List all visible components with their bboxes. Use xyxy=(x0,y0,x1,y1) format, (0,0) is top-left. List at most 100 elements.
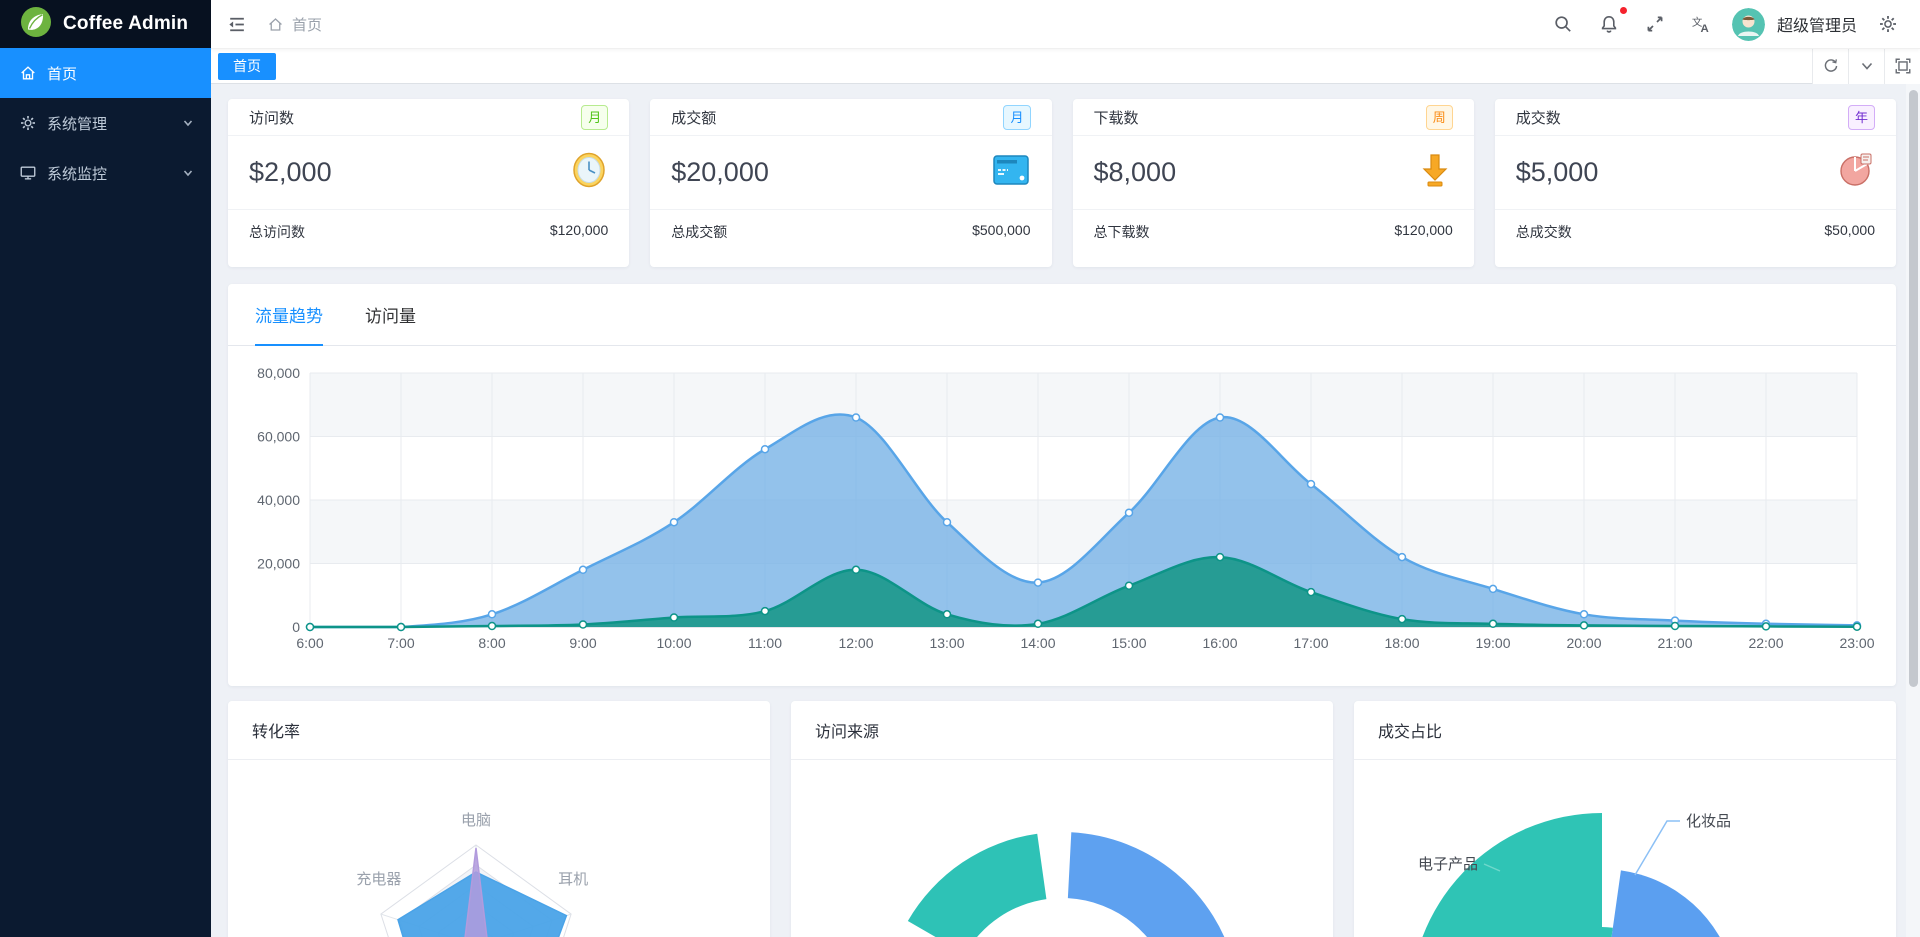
conversion-rate-card: 转化率 电脑 耳机 充电器 xyxy=(228,701,770,937)
svg-text:10:00: 10:00 xyxy=(656,635,691,651)
tab-traffic-trend[interactable]: 流量趋势 xyxy=(255,284,323,346)
svg-text:8:00: 8:00 xyxy=(478,635,505,651)
clock-icon xyxy=(570,151,608,194)
svg-text:充电器: 充电器 xyxy=(356,871,401,888)
stat-value: $8,000 xyxy=(1093,157,1177,187)
download-icon xyxy=(1417,151,1453,194)
svg-text:0: 0 xyxy=(292,619,300,635)
stat-footer-value: $120,000 xyxy=(549,222,609,238)
sidebar-item-system-management[interactable]: 系统管理 xyxy=(0,98,211,148)
visit-source-donut-chart xyxy=(907,832,1225,937)
svg-text:80,000: 80,000 xyxy=(257,365,300,381)
breadcrumb-home-icon[interactable] xyxy=(265,14,285,34)
username[interactable]: 超级管理员 xyxy=(1777,12,1857,36)
svg-text:9:00: 9:00 xyxy=(569,635,596,651)
tab-home[interactable]: 首页 xyxy=(218,52,276,80)
traffic-trend-card: 流量趋势 访问量 0 20,000 40,000 60,000 80,000 6:00 7:… xyxy=(228,284,1896,686)
svg-text:22:00: 22:00 xyxy=(1748,635,1783,651)
stat-footer-label: 总访问数 xyxy=(249,224,305,240)
chevron-down-icon[interactable] xyxy=(1848,48,1884,84)
svg-text:化妆品: 化妆品 xyxy=(1686,813,1731,830)
svg-text:23:00: 23:00 xyxy=(1839,635,1874,651)
svg-text:60,000: 60,000 xyxy=(257,429,300,445)
svg-text:6:00: 6:00 xyxy=(296,635,323,651)
search-icon[interactable] xyxy=(1548,9,1578,39)
stat-cards-row: 访问数 月 $2,000 总访问数 $120,000 成交额 月 $20,000… xyxy=(228,99,1896,267)
breadcrumb-item[interactable]: 首页 xyxy=(292,14,322,35)
svg-text:12:00: 12:00 xyxy=(838,635,873,651)
sidebar-item-label: 首页 xyxy=(47,65,78,83)
chevron-down-icon xyxy=(183,170,193,177)
sidebar-menu: 首页 系统管理 系统监控 xyxy=(0,48,211,198)
period-badge: 月 xyxy=(581,104,609,130)
svg-text:14:00: 14:00 xyxy=(1020,635,1055,651)
scrollbar-thumb[interactable] xyxy=(1909,90,1918,687)
sidebar-fold-icon[interactable] xyxy=(221,9,251,39)
svg-text:40,000: 40,000 xyxy=(257,492,300,508)
svg-text:15:00: 15:00 xyxy=(1111,635,1146,651)
sidebar-item-system-monitor[interactable]: 系统监控 xyxy=(0,148,211,198)
sidebar: Coffee Admin 首页 系统管理 系统监控 xyxy=(0,0,211,937)
svg-text:17:00: 17:00 xyxy=(1293,635,1328,651)
sidebar-item-label: 系统管理 xyxy=(47,115,108,133)
stat-footer-label: 总下载数 xyxy=(1093,224,1150,240)
card-title: 转化率 xyxy=(228,701,770,760)
app-root: Coffee Admin 首页 系统管理 系统监控 首页 文 A 超级管理员 首… xyxy=(0,0,1920,937)
svg-text:21:00: 21:00 xyxy=(1657,635,1692,651)
sidebar-item-home[interactable]: 首页 xyxy=(0,48,211,98)
stat-card-visits: 访问数 月 $2,000 总访问数 $120,000 xyxy=(228,99,630,267)
translate-icon[interactable]: 文 A xyxy=(1686,9,1716,39)
home-icon xyxy=(19,64,37,82)
maximize-icon[interactable] xyxy=(1884,48,1920,84)
avatar[interactable] xyxy=(1731,7,1765,41)
svg-text:18:00: 18:00 xyxy=(1384,635,1419,651)
svg-text:A: A xyxy=(1701,23,1709,35)
logo: Coffee Admin xyxy=(0,0,211,48)
svg-text:16:00: 16:00 xyxy=(1202,635,1237,651)
bottom-cards-row: 转化率 电脑 耳机 充电器 访问来源 成交占比 化妆品 电子产品 xyxy=(228,701,1896,937)
tab-visits[interactable]: 访问量 xyxy=(365,284,416,346)
page-content: 访问数 月 $2,000 总访问数 $120,000 成交额 月 $20,000… xyxy=(211,84,1906,937)
svg-text:19:00: 19:00 xyxy=(1475,635,1510,651)
svg-text:耳机: 耳机 xyxy=(558,871,588,888)
stat-title: 成交额 xyxy=(671,109,717,127)
notification-badge xyxy=(1619,7,1627,14)
tags-view-bar: 首页 xyxy=(211,48,1920,84)
stat-card-deals: 成交数 年 $5,000 总成交数 $50,000 xyxy=(1494,99,1896,267)
stat-footer-label: 总成交额 xyxy=(671,224,728,240)
conversion-radar-chart: 电脑耳机 充电器 xyxy=(356,812,588,937)
stat-value: $2,000 xyxy=(249,157,332,187)
card-title: 成交占比 xyxy=(1354,701,1896,760)
refresh-icon[interactable] xyxy=(1812,48,1848,84)
notifications-bell-icon[interactable] xyxy=(1594,7,1627,39)
period-badge: 周 xyxy=(1425,104,1453,130)
chevron-down-icon xyxy=(183,120,193,127)
stat-title: 成交数 xyxy=(1515,109,1561,127)
leaf-logo-icon xyxy=(20,6,52,43)
fullscreen-icon[interactable] xyxy=(1640,9,1670,39)
period-badge: 年 xyxy=(1847,104,1875,130)
settings-gear-icon[interactable] xyxy=(1873,9,1903,39)
stat-footer-value: $500,000 xyxy=(972,222,1031,238)
main-area: 首页 文 A 超级管理员 首页 访问数 月 $2,000 总访问数 $120,0… xyxy=(211,0,1920,937)
stat-card-downloads: 下载数 周 $8,000 总下载数 $120,000 xyxy=(1072,99,1474,267)
visit-source-card: 访问来源 xyxy=(791,701,1333,937)
card-icon xyxy=(991,153,1031,192)
stat-value: $20,000 xyxy=(671,157,769,187)
sidebar-item-label: 系统监控 xyxy=(47,165,108,183)
gear-icon xyxy=(19,114,37,132)
stat-value: $5,000 xyxy=(1515,157,1599,187)
trend-tabs: 流量趋势 访问量 xyxy=(228,284,1896,346)
top-navbar: 首页 文 A 超级管理员 xyxy=(211,0,1920,49)
monitor-icon xyxy=(19,164,37,182)
svg-text:11:00: 11:00 xyxy=(748,635,782,651)
card-title: 访问来源 xyxy=(791,701,1333,760)
stat-footer-value: $120,000 xyxy=(1394,222,1453,238)
period-badge: 月 xyxy=(1003,104,1031,130)
stat-footer-value: $50,000 xyxy=(1824,222,1875,238)
svg-text:13:00: 13:00 xyxy=(929,635,964,651)
breadcrumb: 首页 xyxy=(265,14,322,35)
stat-title: 访问数 xyxy=(249,109,295,127)
deal-share-card: 成交占比 化妆品 电子产品 xyxy=(1354,701,1896,937)
pie-icon xyxy=(1837,151,1875,194)
